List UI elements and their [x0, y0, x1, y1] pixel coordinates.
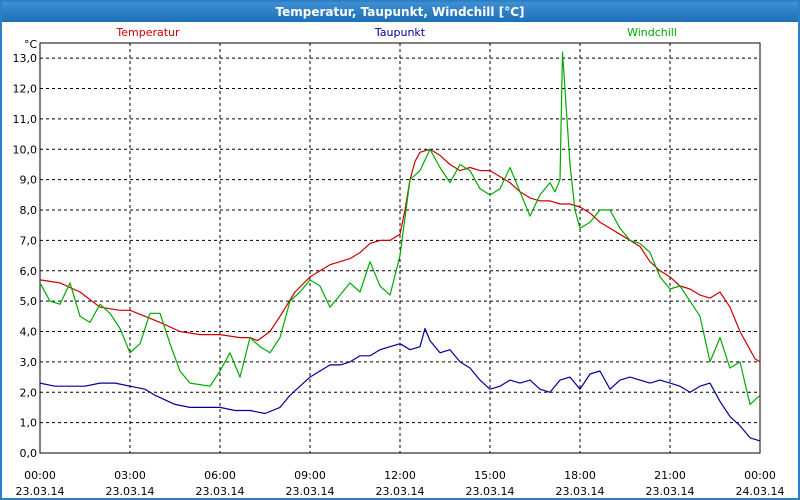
y-tick-label: 1,0	[20, 417, 38, 430]
x-tick-time: 09:00	[294, 469, 326, 482]
y-tick-label: 5,0	[20, 295, 38, 308]
x-tick-date: 23.03.14	[466, 485, 515, 498]
axes: 0,0 1,0 2,0 3,0 4,0 5,0 6,0 7,0 8,0 9,0 10,0 11,0 12…	[13, 38, 785, 498]
x-tick-date: 23.03.14	[106, 485, 155, 498]
x-tick-time: 18:00	[564, 469, 596, 482]
y-tick-label: 12,0	[13, 83, 38, 96]
y-axis-unit: °C	[24, 38, 38, 51]
x-tick-date: 23.03.14	[16, 485, 65, 498]
x-tick-date: 23.03.14	[376, 485, 425, 498]
y-tick-label: 13,0	[13, 52, 38, 65]
y-tick-label: 8,0	[20, 204, 38, 217]
line-chart: 0,0 1,0 2,0 3,0 4,0 5,0 6,0 7,0 8,0 9,0 10,0 11,0 12…	[13, 26, 785, 498]
x-tick-time: 03:00	[114, 469, 146, 482]
x-tick-time: 21:00	[654, 469, 686, 482]
x-tick-date: 23.03.14	[646, 485, 695, 498]
legend-taupunkt: Taupunkt	[374, 26, 426, 39]
y-tick-label: 9,0	[20, 174, 38, 187]
y-tick-label: 2,0	[20, 386, 38, 399]
y-tick-label: 6,0	[20, 265, 38, 278]
x-tick-time: 00:00	[744, 469, 776, 482]
legend: Temperatur Taupunkt Windchill	[115, 26, 677, 39]
x-tick-date: 24.03.14	[736, 485, 785, 498]
legend-temperatur: Temperatur	[115, 26, 180, 39]
x-tick-time: 00:00	[24, 469, 56, 482]
y-tick-label: 11,0	[13, 113, 38, 126]
y-tick-label: 0,0	[20, 447, 38, 460]
y-tick-label: 3,0	[20, 356, 38, 369]
y-tick-label: 7,0	[20, 234, 38, 247]
y-tick-label: 4,0	[20, 326, 38, 339]
x-tick-time: 06:00	[204, 469, 236, 482]
x-tick-date: 23.03.14	[556, 485, 605, 498]
x-tick-time: 15:00	[474, 469, 506, 482]
y-tick-label: 10,0	[13, 143, 38, 156]
x-tick-time: 12:00	[384, 469, 416, 482]
x-tick-date: 23.03.14	[286, 485, 335, 498]
x-tick-date: 23.03.14	[196, 485, 245, 498]
legend-windchill: Windchill	[627, 26, 677, 39]
